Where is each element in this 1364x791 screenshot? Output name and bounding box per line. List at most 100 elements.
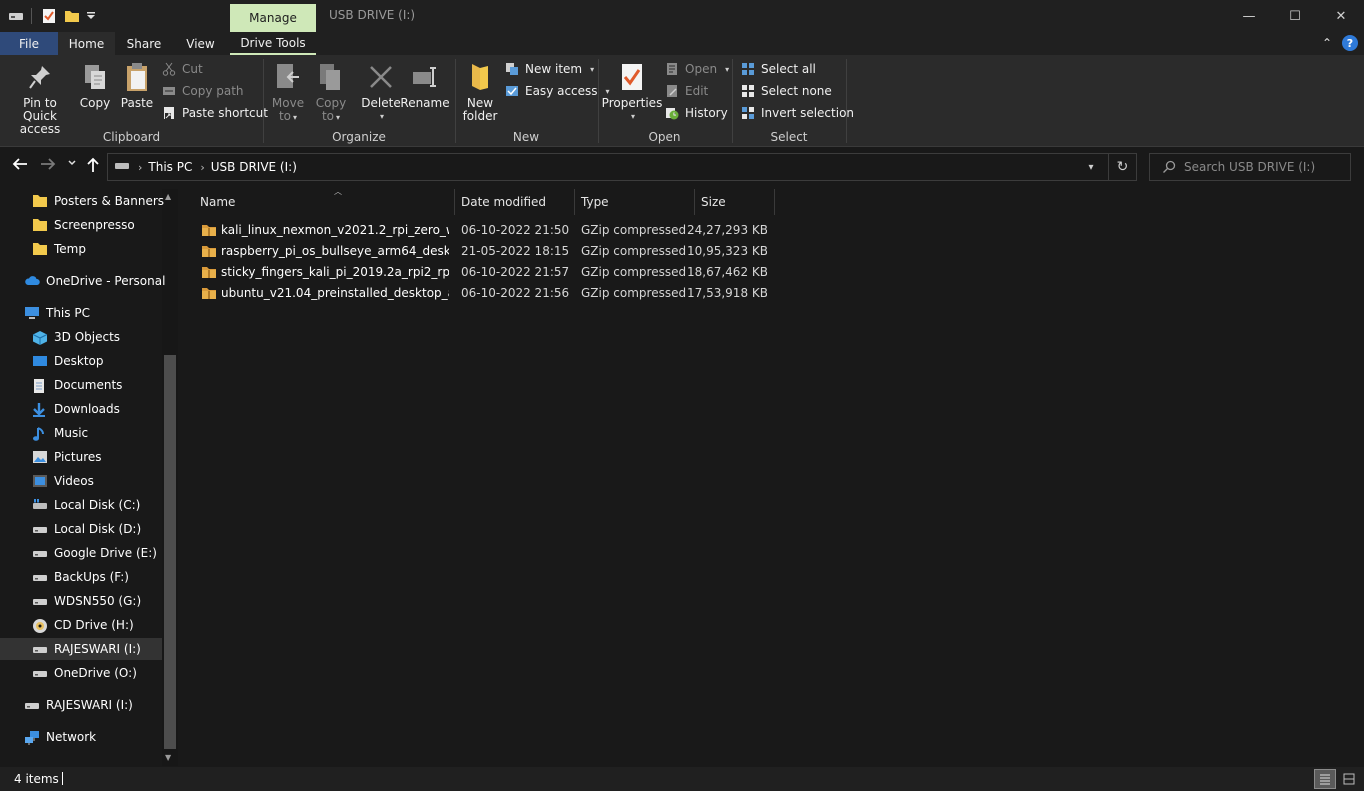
nav-item-documents[interactable]: Documents [0, 374, 162, 396]
file-type: GZip compressed ... [581, 265, 689, 279]
nav-item-cd-drive-h[interactable]: CD Drive (H:) [0, 614, 162, 636]
dropdown-caret-icon: ▾ [379, 112, 384, 121]
music-icon [32, 426, 48, 441]
select-group-label: Select [770, 130, 808, 144]
new-item-button[interactable]: New item ▾ [505, 59, 594, 79]
scrollbar-thumb[interactable] [164, 355, 176, 749]
open-button[interactable]: Open ▾ [665, 59, 729, 79]
drive-icon[interactable] [8, 7, 24, 25]
copy-to-icon [317, 61, 345, 93]
nav-item-backups-f[interactable]: BackUps (F:) [0, 566, 162, 588]
move-to-button[interactable]: Move to ▾ [270, 61, 306, 124]
tab-file[interactable]: File [0, 32, 58, 55]
windows-drive-icon [32, 498, 48, 512]
easy-access-button[interactable]: Easy access ▾ [505, 81, 610, 101]
nav-item-videos[interactable]: Videos [0, 470, 162, 492]
tab-home[interactable]: Home [58, 32, 115, 55]
scroll-up-arrow-icon[interactable]: ▲ [165, 192, 171, 201]
details-view-button[interactable] [1314, 769, 1336, 789]
nav-item-onedrive-personal[interactable]: OneDrive - Personal [0, 270, 165, 292]
tab-drive-tools[interactable]: Drive Tools [230, 32, 316, 55]
pin-icon [26, 61, 54, 93]
drive-icon [32, 666, 48, 680]
cut-button[interactable]: Cut [162, 59, 203, 79]
nav-item-screenpresso[interactable]: Screenpresso [0, 214, 162, 236]
manage-tab[interactable]: Manage [230, 4, 316, 32]
search-input[interactable] [1184, 160, 1344, 174]
nav-item-local-disk-c[interactable]: Local Disk (C:) [0, 494, 162, 516]
address-history-chevron-icon[interactable]: ▾ [1074, 162, 1108, 173]
copy-to-button[interactable]: Copy to ▾ [313, 61, 349, 124]
edit-button[interactable]: Edit [665, 81, 708, 101]
file-row[interactable]: sticky_fingers_kali_pi_2019.2a_rpi2_rpi3… [196, 262, 776, 283]
nav-item-label: BackUps (F:) [54, 570, 129, 584]
nav-item-temp[interactable]: Temp [0, 238, 162, 260]
select-all-button[interactable]: Select all [741, 59, 816, 79]
history-button[interactable]: History [665, 103, 728, 123]
new-folder-qat-icon[interactable] [64, 7, 80, 25]
paste-button[interactable]: Paste [118, 61, 156, 110]
column-header-date[interactable]: Date modified [455, 189, 575, 215]
rename-button[interactable]: Rename [400, 61, 450, 110]
qat-customize-icon[interactable] [86, 7, 96, 25]
network-icon [24, 730, 40, 745]
nav-item-pictures[interactable]: Pictures [0, 446, 162, 468]
nav-item-rajeswari-i[interactable]: RAJESWARI (I:) [0, 638, 162, 660]
file-type: GZip compressed ... [581, 223, 689, 237]
breadcrumb-this-pc[interactable]: This PC [148, 160, 192, 174]
copy-path-button[interactable]: Copy path [162, 81, 244, 101]
nav-item-rajeswari-i[interactable]: RAJESWARI (I:) [0, 694, 162, 716]
minimize-button[interactable]: — [1226, 0, 1272, 32]
maximize-button[interactable]: ☐ [1272, 0, 1318, 32]
address-bar[interactable]: › This PC › USB DRIVE (I:) ▾ ↻ [107, 153, 1137, 181]
file-size: 10,95,323 KB [687, 244, 767, 258]
properties-button[interactable]: Properties ▾ [602, 61, 662, 123]
nav-item-label: Pictures [54, 450, 102, 464]
nav-item-network[interactable]: Network [0, 726, 162, 748]
refresh-icon[interactable]: ↻ [1108, 154, 1136, 180]
help-icon[interactable]: ? [1342, 35, 1358, 51]
column-header-name[interactable]: ︿ Name [194, 187, 455, 215]
nav-item-onedrive-o[interactable]: OneDrive (O:) [0, 662, 162, 684]
breadcrumb-usb-drive[interactable]: USB DRIVE (I:) [211, 160, 297, 174]
file-row[interactable]: raspberry_pi_os_bullseye_arm64_desktop..… [196, 241, 776, 262]
collapse-ribbon-icon[interactable]: ⌃ [1322, 36, 1332, 50]
breadcrumb-chevron-icon[interactable]: › [200, 161, 204, 174]
nav-item-wdsn550-g[interactable]: WDSN550 (G:) [0, 590, 162, 612]
up-arrow-icon[interactable] [86, 157, 100, 173]
pin-to-quick-access-button[interactable]: Pin to Quick access [6, 61, 74, 136]
nav-item-this-pc[interactable]: This PC [0, 302, 162, 324]
large-icons-view-button[interactable] [1338, 769, 1360, 789]
paste-icon [123, 61, 151, 93]
nav-item-downloads[interactable]: Downloads [0, 398, 162, 420]
copy-button[interactable]: Copy [78, 61, 112, 110]
select-none-button[interactable]: Select none [741, 81, 832, 101]
file-list: ︿ Name Date modified Type Size kali_linu… [180, 187, 1364, 766]
nav-item-desktop[interactable]: Desktop [0, 350, 162, 372]
tab-share[interactable]: Share [115, 32, 173, 55]
nav-item-google-drive-e[interactable]: Google Drive (E:) [0, 542, 162, 564]
forward-arrow-icon[interactable] [40, 157, 56, 171]
tab-view[interactable]: View [173, 32, 228, 55]
back-arrow-icon[interactable] [12, 157, 28, 171]
close-button[interactable]: ✕ [1318, 0, 1364, 32]
paste-shortcut-button[interactable]: Paste shortcut [162, 103, 268, 123]
nav-item-3d-objects[interactable]: 3D Objects [0, 326, 162, 348]
recent-locations-chevron-icon[interactable] [68, 160, 76, 166]
new-folder-button[interactable]: New folder [460, 61, 500, 123]
nav-item-posters-banners[interactable]: Posters & Banners [0, 190, 164, 212]
column-header-size[interactable]: Size [695, 189, 775, 215]
invert-selection-button[interactable]: Invert selection [741, 103, 854, 123]
nav-item-local-disk-d[interactable]: Local Disk (D:) [0, 518, 162, 540]
nav-item-music[interactable]: Music [0, 422, 162, 444]
properties-qat-icon[interactable] [42, 7, 56, 25]
scroll-down-arrow-icon[interactable]: ▼ [165, 753, 171, 762]
breadcrumb-chevron-icon[interactable]: › [138, 161, 142, 174]
file-row[interactable]: ubuntu_v21.04_preinstalled_desktop_arm..… [196, 283, 776, 304]
search-box[interactable] [1149, 153, 1351, 181]
column-header-type[interactable]: Type [575, 189, 695, 215]
delete-button[interactable]: Delete ▾ [361, 61, 401, 123]
computer-icon [24, 306, 40, 320]
file-row[interactable]: kali_linux_nexmon_v2021.2_rpi_zero_w_2..… [196, 220, 776, 241]
details-view-icon [1320, 774, 1330, 785]
